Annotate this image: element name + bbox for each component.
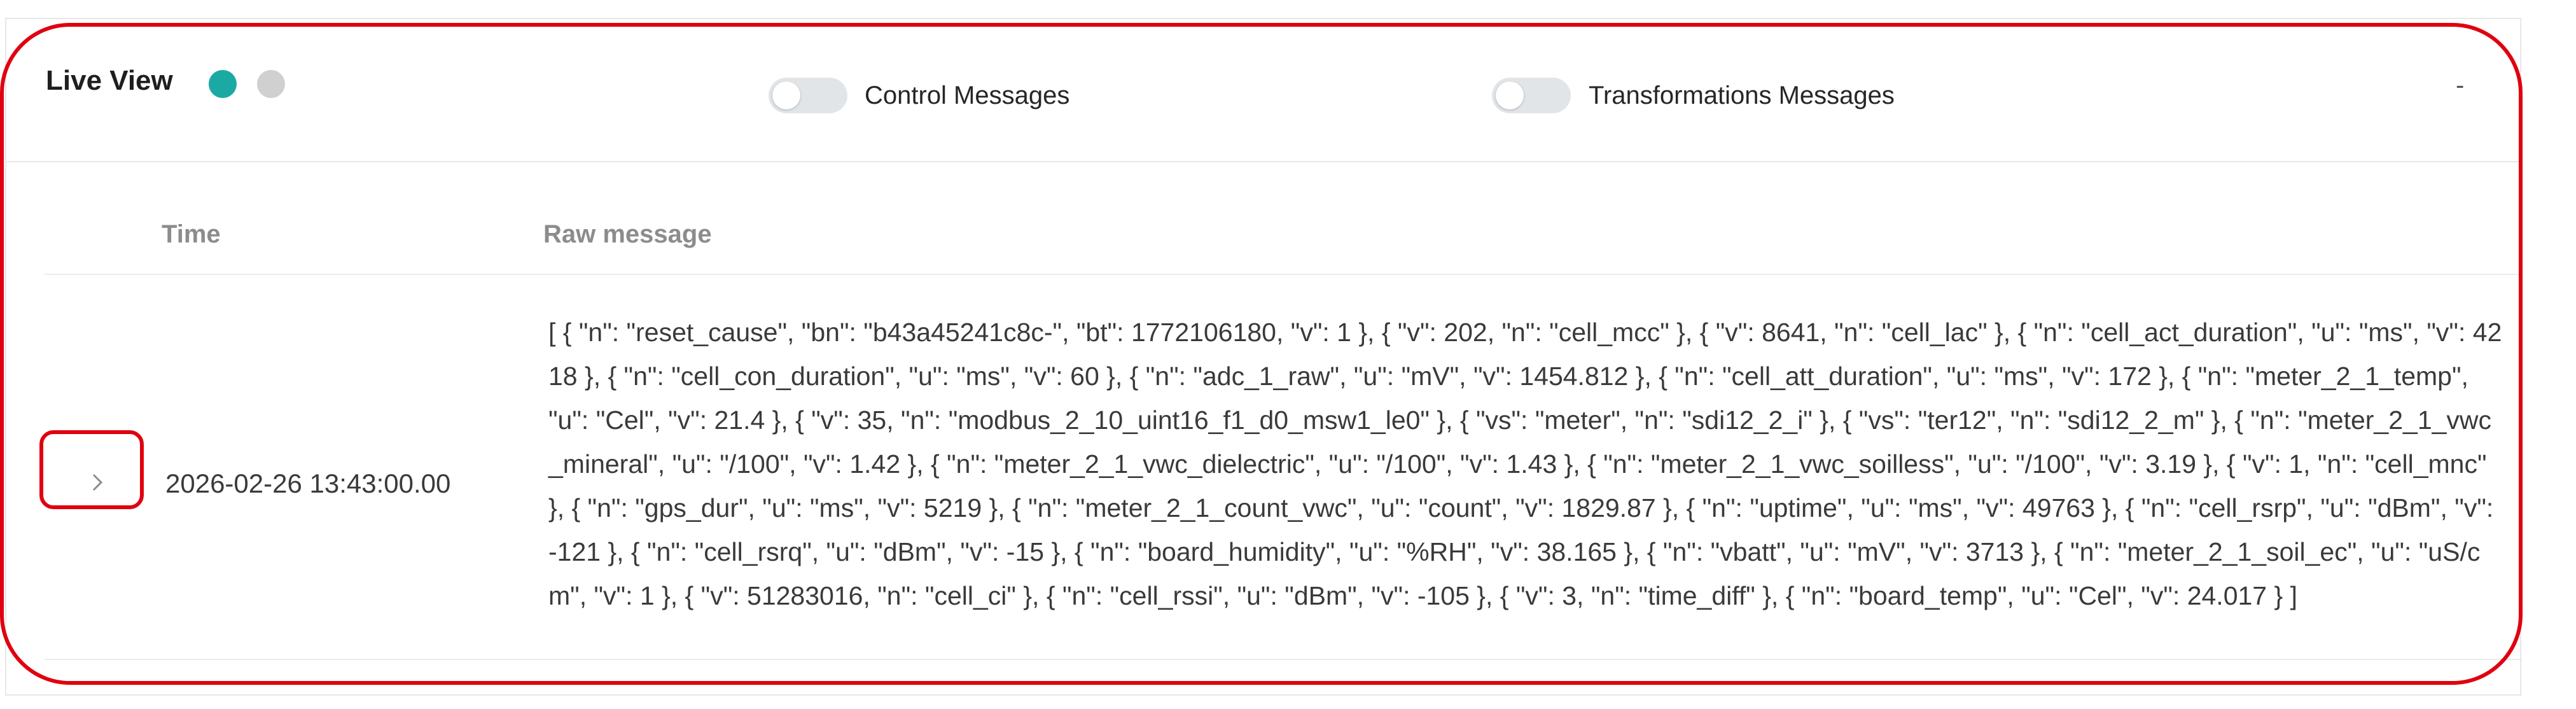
live-view-header: Live View Control Messages Transformatio… [6,19,2520,162]
page-title: Live View [46,65,173,96]
chevron-right-icon [92,474,103,491]
minimize-button[interactable]: - [2456,71,2464,100]
control-messages-toggle[interactable] [769,78,847,113]
transformations-messages-toggle[interactable] [1492,78,1571,113]
table-cell-raw-message: [ { "n": "reset_cause", "bn": "b43a45241… [548,318,2502,610]
column-header-raw-message: Raw message [543,220,712,248]
control-messages-label: Control Messages [865,81,1070,109]
row-expand-button[interactable] [46,444,150,521]
live-view-card: Live View Control Messages Transformatio… [5,18,2523,696]
live-status-dot [209,70,237,98]
toggle-knob [1496,81,1524,109]
toggle-knob [772,81,800,109]
column-header-time: Time [162,220,221,248]
table-cell-time: 2026-02-26 13:43:00.00 [165,468,451,498]
table-header-divider [45,274,2523,275]
table-row-divider [45,659,2523,660]
transformations-messages-label: Transformations Messages [1589,81,1895,109]
idle-status-dot [257,70,285,98]
